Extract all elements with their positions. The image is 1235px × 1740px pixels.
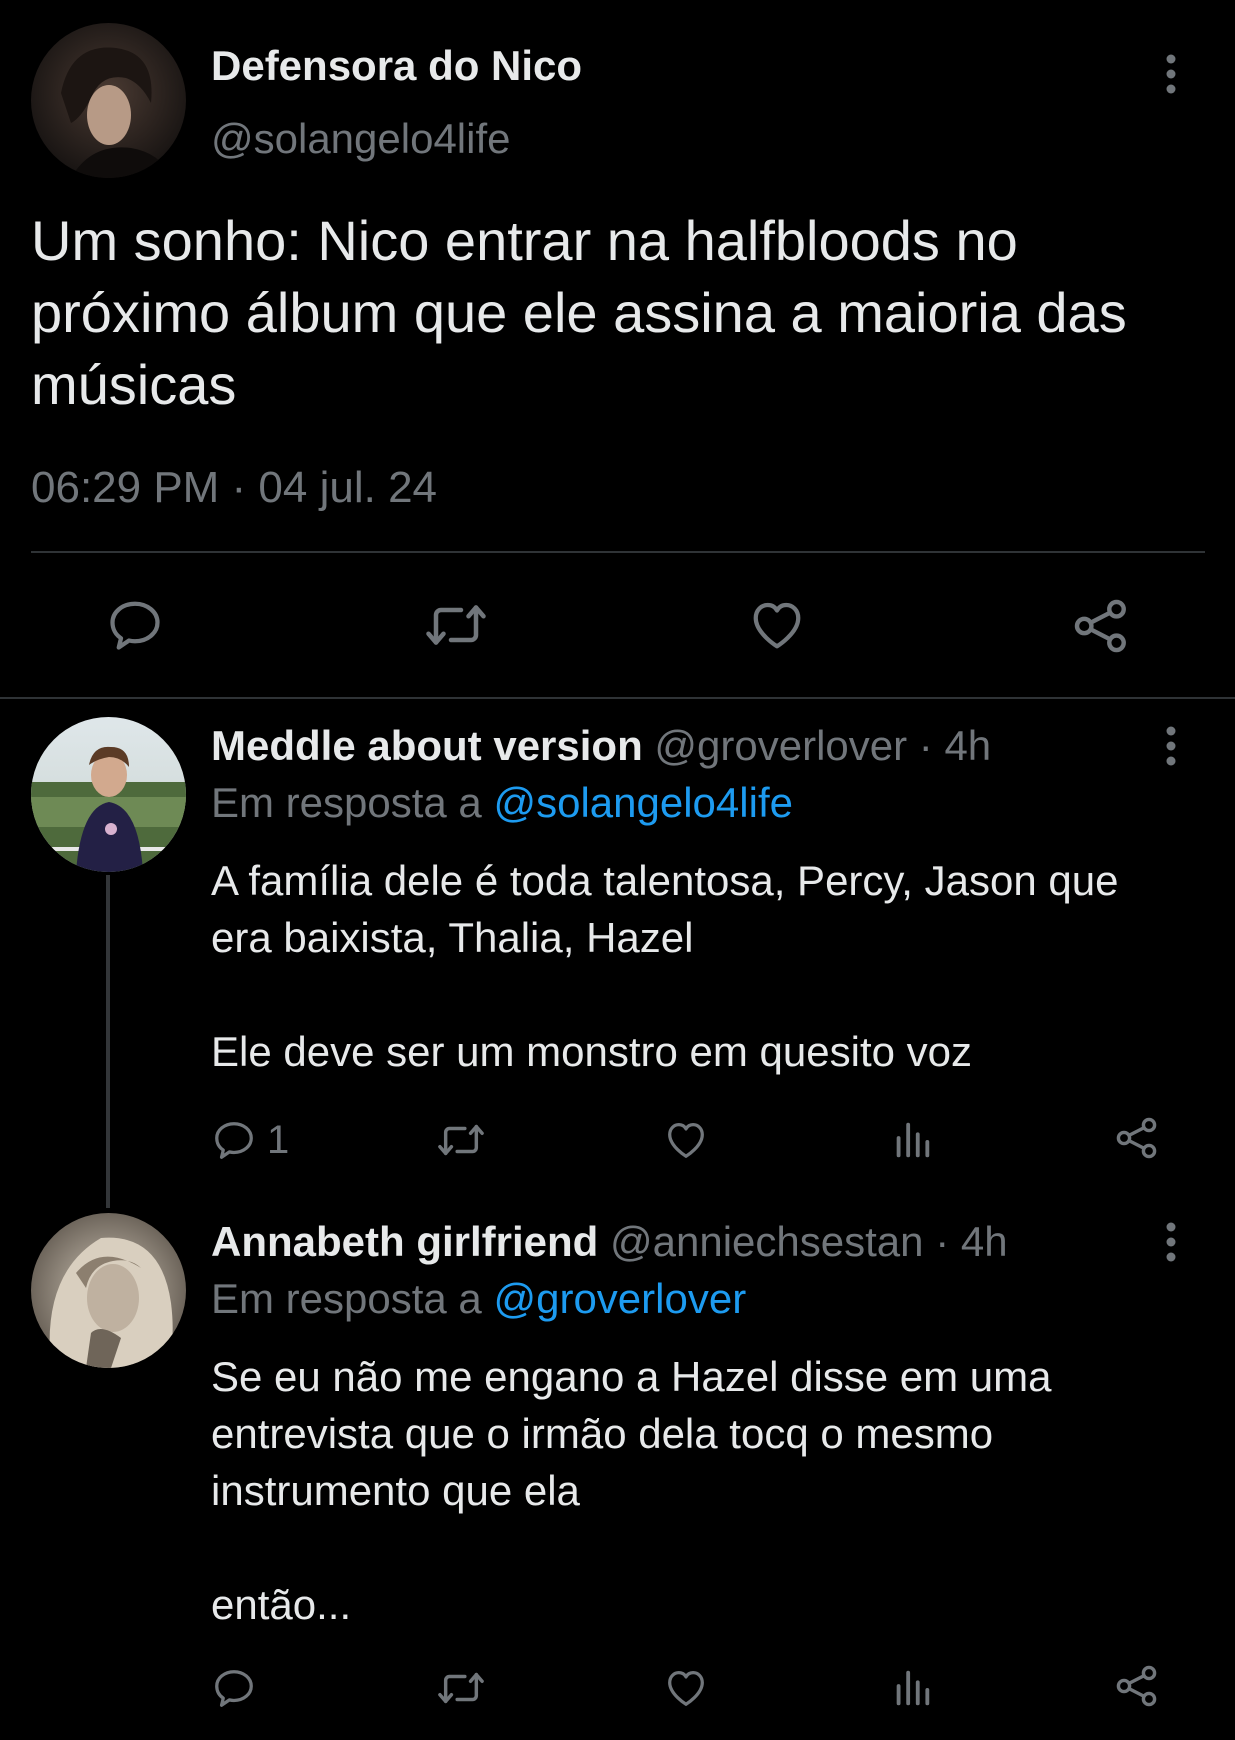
heart-icon [668,1123,704,1158]
reply-2-text: Se eu não me engano a Hazel disse em uma… [211,1353,1052,1628]
main-divider-bottom [0,697,1235,699]
reply-2-reply-context: Em resposta a @groverlover [211,1275,746,1323]
reply-1-text: A família dele é toda talentosa, Percy, … [211,857,1119,1075]
reply-1-reply-count: 1 [267,1118,290,1162]
more-options-icon[interactable] [1159,1218,1183,1266]
reply-context-label: Em resposta a [211,779,494,826]
retweet-icon [438,1672,484,1704]
reply-2-author-name[interactable]: Annabeth girlfriend [211,1218,598,1265]
main-author-name[interactable]: Defensora do Nico [211,42,582,90]
thread-connector-line [106,875,110,1208]
reply-2-views-button[interactable] [889,1665,935,1711]
views-icon [896,1670,930,1706]
like-button[interactable] [747,595,807,655]
share-button[interactable] [1070,595,1132,657]
main-divider-top [31,551,1205,553]
reply-1-share-button[interactable] [1113,1114,1161,1162]
reply-2-like-button[interactable] [663,1665,709,1711]
reply-1-like-button[interactable] [663,1117,709,1163]
main-tweet-text: Um sonho: Nico entrar na halfbloods no p… [31,209,1143,416]
views-icon [896,1122,930,1158]
reply-2-reply-button[interactable] [211,1665,257,1711]
reply-2-header: Annabeth girlfriend @anniechsestan · 4h [211,1218,1008,1266]
heart-icon [668,1671,704,1706]
share-icon [1074,599,1126,653]
more-options-icon[interactable] [1159,50,1183,98]
reply-2-share-button[interactable] [1113,1662,1161,1710]
reply-context-label: Em resposta a [211,1275,494,1322]
more-options-icon[interactable] [1159,722,1183,770]
main-tweet-timestamp: 06:29 PM · 04 jul. 24 [31,463,438,512]
main-author-avatar[interactable] [31,23,186,178]
share-icon [1116,1117,1157,1159]
main-author-handle[interactable]: @solangelo4life [211,115,511,163]
reply-1-author-name[interactable]: Meddle about version [211,722,643,769]
reply-2-avatar[interactable] [31,1213,186,1368]
retweet-icon [426,605,486,645]
reply-1-avatar[interactable] [31,717,186,872]
tweet-thread-page: Defensora do Nico @solangelo4life Um son… [0,0,1235,1740]
reply-1-retweet-button[interactable] [435,1117,487,1163]
share-icon [1116,1665,1157,1707]
reply-2-reply-to-link[interactable]: @groverlover [493,1275,746,1322]
retweet-icon [438,1124,484,1156]
reply-2-author-handle[interactable]: @anniechsestan [610,1218,924,1265]
reply-icon [215,1670,253,1707]
reply-button[interactable] [105,595,165,655]
reply-1-reply-context: Em resposta a @solangelo4life [211,779,793,827]
reply-1-author-handle[interactable]: @groverlover [654,722,907,769]
reply-1-views-button[interactable] [889,1117,935,1163]
retweet-button[interactable] [423,595,489,655]
reply-icon [215,1122,253,1159]
reply-1-reply-to-link[interactable]: @solangelo4life [493,779,793,826]
reply-1-reply-button[interactable]: 1 [211,1117,289,1163]
reply-2-time: · 4h [935,1218,1008,1265]
reply-2-retweet-button[interactable] [435,1665,487,1711]
reply-1-header: Meddle about version @groverlover · 4h [211,722,991,770]
heart-icon [753,602,801,649]
reply-icon [110,601,160,650]
reply-1-time: · 4h [918,722,992,769]
